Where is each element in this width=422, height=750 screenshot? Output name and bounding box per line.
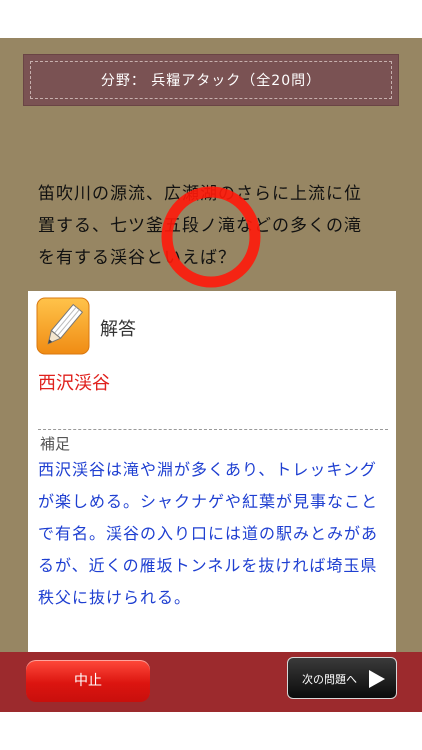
stop-button[interactable]: 中止 xyxy=(26,660,150,702)
next-question-button[interactable]: 次の問題へ xyxy=(287,657,397,699)
dashed-divider xyxy=(38,429,388,430)
pencil-icon xyxy=(36,297,90,355)
supplement-label: 補足 xyxy=(40,435,71,453)
question-text: 笛吹川の源流、広瀬湖のさらに上流に位置する、七ツ釜五段ノ滝などの多くの滝を有する… xyxy=(38,184,362,268)
bottom-bar: 中止 次の問題へ xyxy=(0,652,422,712)
top-margin xyxy=(0,0,422,38)
answer-card: 解答 西沢渓谷 補足 西沢渓谷は滝や淵が多くあり、トレッキングが楽しめる。シャク… xyxy=(28,291,396,652)
category-label: 分野： 兵糧アタック（全20問） xyxy=(100,73,322,89)
answer-text: 西沢渓谷 xyxy=(38,373,110,394)
answer-heading: 解答 xyxy=(100,319,136,340)
next-question-label: 次の問題へ xyxy=(302,673,357,686)
quiz-screen: 分野： 兵糧アタック（全20問） 笛吹川の源流、広瀬湖のさらに上流に位置する、七… xyxy=(0,38,422,652)
supplement-text: 西沢渓谷は滝や淵が多くあり、トレッキングが楽しめる。シャクナゲや紅葉が見事なこと… xyxy=(38,460,379,607)
category-banner: 分野： 兵糧アタック（全20問） xyxy=(23,54,399,106)
play-arrow-icon xyxy=(369,670,385,688)
